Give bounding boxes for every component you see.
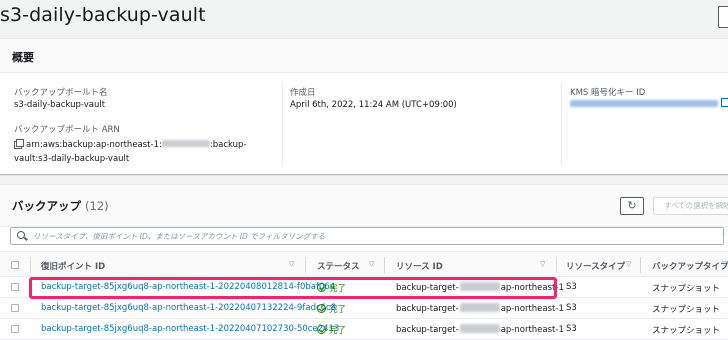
row-checkbox[interactable] [11, 283, 19, 291]
success-icon [317, 283, 326, 292]
row-checkbox[interactable] [11, 304, 19, 312]
redacted-resource-id [459, 324, 500, 333]
overview-panel: 概要 バックアップボールト名 s3-daily-backup-vault バック… [0, 38, 728, 174]
resource-type-cell: S3 [566, 303, 577, 313]
column-separator [305, 257, 306, 273]
col-resource-type[interactable]: リソースタイプ [566, 260, 625, 272]
recovery-point-link[interactable]: backup-target-85jxg6uq8-ap-northeast-1-2… [41, 303, 336, 313]
vault-name-label: バックアップボールト名 [14, 88, 108, 98]
table-header: 復旧ポイント ID ▽ ステータス ▽ リソース ID ▽ リソースタイプ ▽ … [0, 251, 728, 277]
kms-key-label: KMS 暗号化キー ID [570, 88, 646, 98]
status-cell: 完了 [317, 282, 346, 294]
backups-panel: バックアップ (12) ↻ すべての選択を解除 ‹ 復旧ポイント ID ▽ ステ… [0, 184, 728, 340]
resource-id-cell: backup-target-ap-northeast-1 [396, 303, 564, 314]
sort-icon[interactable]: ▽ [369, 260, 374, 268]
backups-heading: バックアップ (12) [12, 198, 109, 214]
col-backup-type[interactable]: バックアップタイプ [652, 260, 728, 272]
column-separator [556, 257, 557, 273]
row-checkbox[interactable] [11, 325, 19, 333]
filter-input[interactable] [33, 230, 713, 242]
redacted-resource-id [459, 303, 500, 312]
backups-count: (12) [85, 199, 109, 213]
resource-id-prefix: backup-target- [396, 283, 459, 293]
resource-id-suffix: ap-northeast-1 [500, 304, 564, 314]
vault-arn-label: バックアップボールト ARN [14, 125, 120, 135]
status-text: 完了 [329, 305, 347, 315]
col-resource-id[interactable]: リソース ID [396, 260, 443, 272]
status-text: 完了 [329, 284, 347, 294]
refresh-icon: ↻ [627, 199, 637, 212]
backups-heading-text: バックアップ [12, 199, 81, 213]
resource-type-cell: S3 [566, 282, 577, 292]
sort-icon[interactable]: ▽ [289, 260, 294, 268]
column-separator [30, 257, 31, 273]
redacted-resource-id [459, 282, 500, 291]
table-row[interactable]: backup-target-85jxg6uq8-ap-northeast-1-2… [0, 319, 728, 340]
created-value: April 6th, 2022, 11:24 AM (UTC+09:00) [290, 100, 457, 110]
col-status[interactable]: ステータス [317, 260, 360, 272]
status-text: 完了 [329, 326, 347, 336]
table-row[interactable]: backup-target-85jxg6uq8-ap-northeast-1-2… [0, 277, 728, 298]
backup-type-cell: スナップショット [652, 284, 721, 294]
redacted-account-id [161, 140, 210, 147]
vault-name-value: s3-daily-backup-vault [14, 100, 106, 110]
column-separator [640, 257, 641, 273]
chevron-left-icon[interactable]: ‹ [722, 229, 726, 239]
status-cell: 完了 [317, 324, 346, 336]
backup-type-cell: スナップショット [652, 326, 721, 336]
resource-id-prefix: backup-target- [396, 325, 459, 335]
col-recovery-point-id[interactable]: 復旧ポイント ID [41, 260, 105, 272]
backups-header: バックアップ (12) ↻ すべての選択を解除 [0, 185, 728, 227]
copy-icon[interactable] [14, 139, 24, 149]
column-divider [561, 83, 562, 165]
sort-icon[interactable]: ▽ [626, 260, 631, 268]
backups-table: 復旧ポイント ID ▽ ステータス ▽ リソース ID ▽ リソースタイプ ▽ … [0, 251, 728, 340]
select-all-checkbox[interactable] [11, 261, 19, 269]
resource-id-suffix: ap-northeast-1 [500, 283, 564, 293]
table-row[interactable]: backup-target-85jxg6uq8-ap-northeast-1-2… [0, 298, 728, 319]
recovery-point-link[interactable]: backup-target-85jxg6uq8-ap-northeast-1-2… [41, 324, 339, 334]
resource-type-cell: S3 [566, 324, 577, 334]
success-icon [317, 304, 326, 313]
clear-selection-button[interactable]: すべての選択を解除 [653, 197, 728, 215]
status-cell: 完了 [317, 303, 346, 315]
created-label: 作成日 [290, 88, 316, 98]
overview-heading: 概要 [0, 39, 728, 73]
refresh-button[interactable]: ↻ [620, 197, 644, 215]
resource-id-prefix: backup-target- [396, 304, 459, 314]
arn-prefix: arn:aws:backup:ap-northeast-1: [26, 140, 162, 150]
column-separator [384, 257, 385, 273]
resource-id-cell: backup-target-ap-northeast-1 [396, 282, 564, 293]
resource-id-suffix: ap-northeast-1 [500, 325, 564, 335]
recovery-point-link[interactable]: backup-target-85jxg6uq8-ap-northeast-1-2… [41, 282, 335, 292]
action-button[interactable] [718, 6, 728, 28]
sort-icon[interactable]: ▽ [540, 260, 545, 268]
success-icon [317, 325, 326, 334]
filter-box[interactable] [10, 227, 724, 245]
backup-type-cell: スナップショット [652, 305, 721, 315]
kms-key-link[interactable] [570, 100, 718, 107]
sort-icon[interactable]: ▽ [722, 260, 727, 268]
vault-arn-value: arn:aws:backup:ap-northeast-1::backup-va… [14, 138, 264, 166]
search-icon [17, 231, 25, 239]
column-divider [282, 83, 283, 165]
page-title: s3-daily-backup-vault [0, 4, 206, 26]
resource-id-cell: backup-target-ap-northeast-1 [396, 324, 564, 335]
external-link-icon[interactable] [721, 98, 728, 107]
